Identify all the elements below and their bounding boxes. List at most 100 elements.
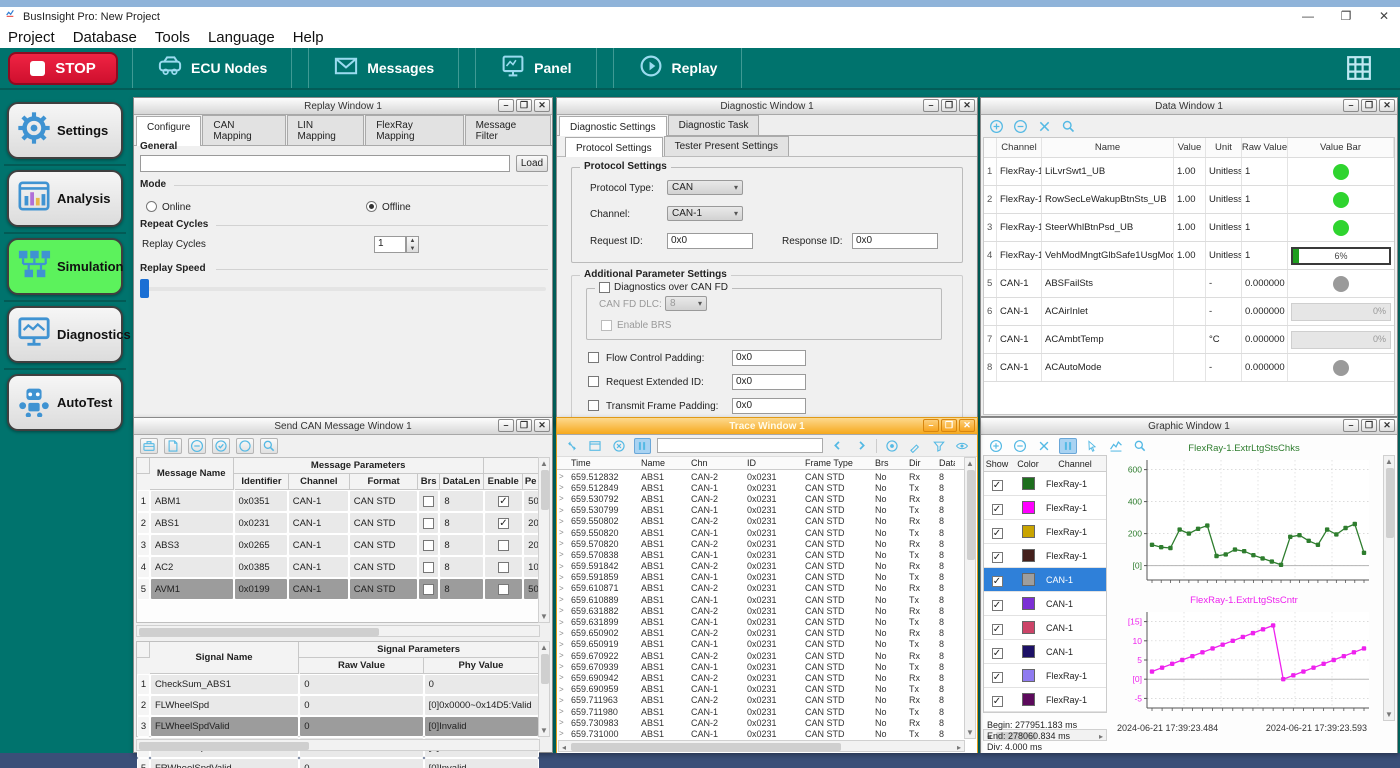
channel-select[interactable]: CAN-1▾ [667, 206, 743, 221]
legend-row[interactable]: ✓CAN-1 [984, 568, 1106, 592]
replay-cycles-input[interactable]: 1 [374, 236, 406, 253]
trace-row[interactable]: >659.512832ABS1CAN-20x0231CAN STDNoRx8 [557, 471, 965, 482]
tab-message-filter[interactable]: Message Filter [465, 115, 551, 145]
sidebar-item-simulation[interactable]: Simulation [7, 238, 123, 295]
close-icon[interactable]: ✕ [534, 99, 550, 112]
expand-icon[interactable]: > [557, 573, 569, 582]
expand-icon[interactable]: > [557, 685, 569, 694]
filter-icon[interactable] [930, 438, 948, 454]
replay-file-input[interactable] [140, 155, 510, 172]
tab-diagnostic-settings[interactable]: Diagnostic Settings [559, 116, 667, 136]
record-icon[interactable] [883, 438, 901, 454]
stop-record-icon[interactable] [610, 438, 628, 454]
brs-checkbox[interactable] [418, 578, 440, 600]
add-page-icon[interactable] [164, 438, 182, 454]
color-cell[interactable] [1010, 573, 1046, 586]
param-input[interactable]: 0x0 [732, 350, 806, 366]
show-checkbox[interactable]: ✓ [984, 571, 1010, 589]
data-row[interactable]: 6CAN-1ACAirInlet-0.0000000% [984, 298, 1394, 326]
param-input[interactable]: 0x0 [732, 398, 806, 414]
trace-row[interactable]: >659.690959ABS1CAN-10x0231CAN STDNoTx8 [557, 684, 965, 695]
trace-row[interactable]: >659.670922ABS1CAN-20x0231CAN STDNoRx8 [557, 650, 965, 661]
trace-row[interactable]: >659.550802ABS1CAN-20x0231CAN STDNoRx8 [557, 516, 965, 527]
trace-row[interactable]: >659.570820ABS1CAN-20x0231CAN STDNoRx8 [557, 538, 965, 549]
graphic-window-titlebar[interactable]: Graphic Window 1 – ❐ ✕ [981, 418, 1397, 435]
replay-window-titlebar[interactable]: Replay Window 1 – ❐ ✕ [134, 98, 552, 115]
menu-item-tools[interactable]: Tools [155, 29, 190, 46]
show-checkbox[interactable]: ✓ [984, 499, 1010, 517]
toolbar-button-panel[interactable]: Panel [475, 48, 596, 88]
edit-icon[interactable] [906, 438, 924, 454]
load-button[interactable]: Load [516, 155, 548, 172]
sidebar-item-autotest[interactable]: AutoTest [7, 374, 123, 431]
minimize-icon[interactable]: – [923, 99, 939, 112]
expand-icon[interactable]: > [557, 528, 569, 537]
grid-icon[interactable] [1346, 55, 1372, 86]
diagnostic-window-titlebar[interactable]: Diagnostic Window 1 – ❐ ✕ [557, 98, 977, 115]
data-row[interactable]: 4FlexRay-1VehModMngtGlbSafe1UsgModSts1.0… [984, 242, 1394, 270]
add-icon[interactable] [987, 118, 1005, 134]
data-row[interactable]: 5CAN-1ABSFailSts-0.000000 [984, 270, 1394, 298]
maximize-icon[interactable]: ❐ [1361, 99, 1377, 112]
pause-icon[interactable] [634, 438, 652, 454]
toolbar-button-messages[interactable]: Messages [308, 48, 459, 88]
messages-hscrollbar[interactable] [136, 625, 540, 637]
signal-row[interactable]: 3FLWheelSpdValid0[0]Invalid [137, 716, 539, 737]
close-icon[interactable]: ✕ [959, 419, 975, 432]
param-checkbox[interactable] [588, 376, 599, 387]
data-row[interactable]: 3FlexRay-1SteerWhlBtnPsd_UB1.00Unitless1 [984, 214, 1394, 242]
subtab-protocol-settings[interactable]: Protocol Settings [565, 137, 663, 157]
menu-item-database[interactable]: Database [73, 29, 137, 46]
prev-icon[interactable] [829, 438, 847, 454]
trace-row[interactable]: >659.670939ABS1CAN-10x0231CAN STDNoTx8 [557, 661, 965, 672]
show-checkbox[interactable]: ✓ [984, 595, 1010, 613]
close-icon[interactable]: ✕ [534, 419, 550, 432]
message-row[interactable]: 3ABS30x0265CAN-1CAN STD820 [137, 534, 539, 556]
expand-icon[interactable]: > [557, 696, 569, 705]
menu-item-project[interactable]: Project [8, 29, 55, 46]
minimize-icon[interactable]: – [1343, 99, 1359, 112]
maximize-icon[interactable]: ❐ [516, 99, 532, 112]
trace-row[interactable]: >659.550820ABS1CAN-10x0231CAN STDNoTx8 [557, 527, 965, 538]
expand-icon[interactable]: > [557, 595, 569, 604]
trace-row[interactable]: >659.711963ABS1CAN-20x0231CAN STDNoRx8 [557, 695, 965, 706]
show-checkbox[interactable]: ✓ [984, 643, 1010, 661]
legend-row[interactable]: ✓FlexRay-1 [984, 472, 1106, 496]
close-icon[interactable]: ✕ [1379, 99, 1395, 112]
trace-row[interactable]: >659.690942ABS1CAN-20x0231CAN STDNoRx8 [557, 672, 965, 683]
expand-icon[interactable]: > [557, 562, 569, 571]
legend-row[interactable]: ✓FlexRay-1 [984, 496, 1106, 520]
expand-icon[interactable]: > [557, 618, 569, 627]
maximize-icon[interactable]: ❐ [1361, 419, 1377, 432]
color-cell[interactable] [1010, 477, 1046, 490]
show-checkbox[interactable]: ✓ [984, 475, 1010, 493]
color-cell[interactable] [1010, 501, 1046, 514]
briefcase-icon[interactable] [140, 438, 158, 454]
trace-row[interactable]: >659.591842ABS1CAN-20x0231CAN STDNoRx8 [557, 561, 965, 572]
toolbar-button-replay[interactable]: Replay [613, 48, 743, 88]
enable-checkbox[interactable]: ✓ [484, 512, 523, 534]
color-cell[interactable] [1010, 669, 1046, 682]
signals-hscrollbar[interactable] [136, 739, 540, 751]
stop-button[interactable]: STOP [8, 52, 118, 85]
sidebar-item-analysis[interactable]: Analysis [7, 170, 123, 227]
legend-row[interactable]: ✓CAN-1 [984, 640, 1106, 664]
remove-icon[interactable] [1011, 438, 1029, 454]
expand-icon[interactable]: > [557, 651, 569, 660]
param-checkbox[interactable] [588, 352, 599, 363]
radio-online[interactable]: Online [146, 197, 191, 215]
enable-checkbox[interactable] [484, 556, 523, 578]
data-row[interactable]: 1FlexRay-1LiLvrSwt1_UB1.00Unitless1 [984, 158, 1394, 186]
brs-checkbox[interactable] [418, 556, 440, 578]
trace-row[interactable]: >659.512849ABS1CAN-10x0231CAN STDNoTx8 [557, 482, 965, 493]
circle-icon[interactable] [236, 438, 254, 454]
remove-icon[interactable] [1011, 118, 1029, 134]
minimize-icon[interactable]: — [1300, 9, 1316, 23]
pause-icon[interactable] [1059, 438, 1077, 454]
response-id-input[interactable]: 0x0 [852, 233, 938, 249]
trace-row[interactable]: >659.610871ABS1CAN-20x0231CAN STDNoRx8 [557, 583, 965, 594]
protocol-type-select[interactable]: CAN▾ [667, 180, 743, 195]
menu-item-help[interactable]: Help [293, 29, 324, 46]
eye-icon[interactable] [953, 438, 971, 454]
brs-checkbox[interactable] [418, 490, 440, 512]
